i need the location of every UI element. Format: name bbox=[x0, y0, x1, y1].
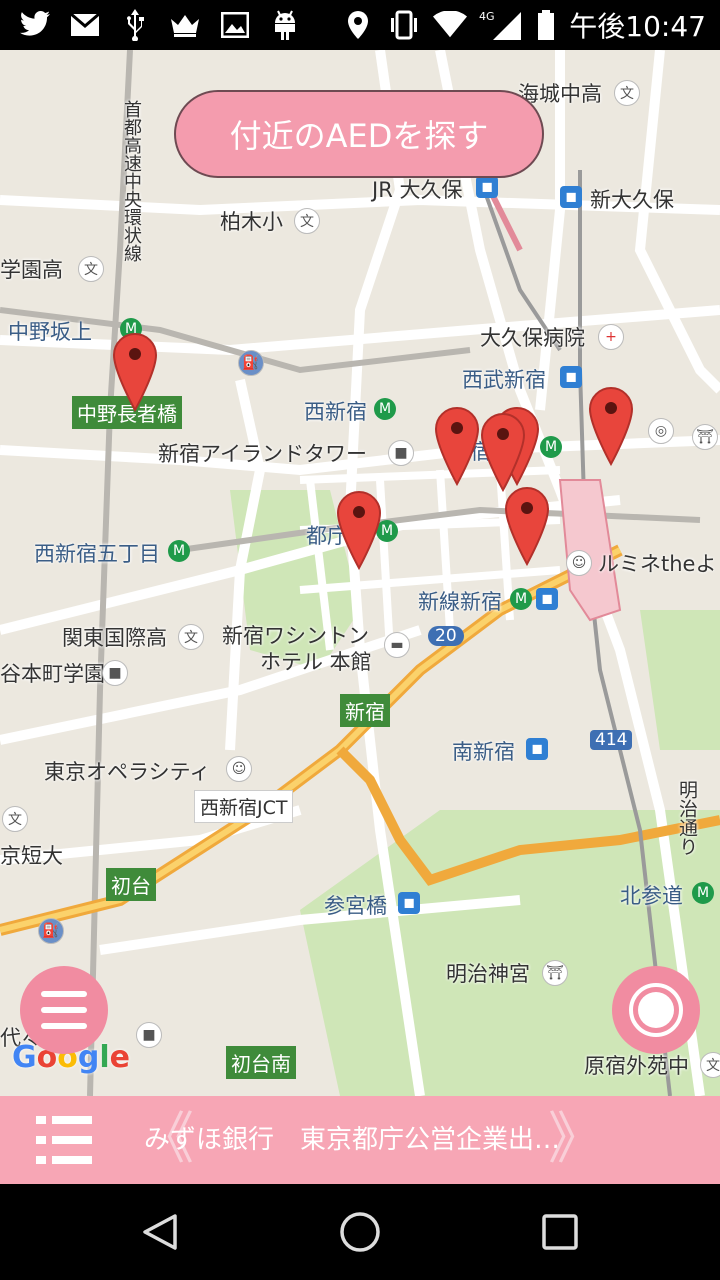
theater-icon: ☺ bbox=[226, 756, 252, 782]
map-label-meiji-dori: 明治通り bbox=[676, 780, 698, 856]
battery-icon bbox=[535, 8, 557, 42]
system-icons: 4G 午後10:47 bbox=[341, 6, 706, 44]
location-icon bbox=[341, 8, 375, 42]
map-label-tokyo-opera: 東京オペラシティ bbox=[44, 760, 211, 784]
route-414-shield: 414 bbox=[590, 730, 633, 750]
map-label-nishi-shinjuku: 西新宿 bbox=[304, 400, 367, 424]
route-20-shield: 20 bbox=[428, 626, 464, 646]
map-label-nakano-sakaue: 中野坂上 bbox=[8, 320, 92, 344]
aed-marker[interactable] bbox=[504, 486, 550, 566]
map-label-nishi-shinjuku-5: 西新宿五丁目 bbox=[34, 542, 160, 566]
map-label-shinsen-shinjuku: 新線新宿 bbox=[418, 590, 502, 614]
map-label-kanto-kokusai: 関東国際高 bbox=[62, 626, 167, 650]
map-label-okubo-hospital: 大久保病院 bbox=[480, 326, 585, 350]
school-icon: 文 bbox=[614, 80, 640, 106]
map-label-kashiwagi: 柏木小 bbox=[220, 210, 283, 234]
train-station-icon: ◼ bbox=[560, 186, 582, 208]
map-label-minami-shinjuku: 南新宿 bbox=[452, 740, 515, 764]
map-label-meiji-jingu: 明治神宮 bbox=[446, 962, 530, 986]
gas-station-icon: ⛽ bbox=[38, 918, 64, 944]
map-label-island-tower: 新宿アイランドタワー bbox=[158, 442, 367, 466]
map-view[interactable]: 首都高速中央環状線 海城中高 文 JR 大久保 ◼ ◼ 新大久保 柏木小 文 学… bbox=[0, 50, 720, 1096]
train-station-icon: ◼ bbox=[398, 892, 420, 914]
map-label-lumine: ルミネtheよ bbox=[598, 552, 717, 576]
aed-location-text: みずほ銀行 東京都庁公営企業出… bbox=[144, 1125, 561, 1155]
signal-icon: 4G bbox=[479, 8, 523, 42]
school-icon: 文 bbox=[2, 806, 28, 832]
map-label-harajuku-gaien: 原宿外苑中 bbox=[584, 1054, 689, 1078]
mail-icon bbox=[68, 8, 102, 42]
map-label-nishi-shinjuku-jct: 西新宿JCT bbox=[194, 790, 294, 823]
menu-icon bbox=[41, 991, 87, 1029]
map-label-shin-okubo: 新大久保 bbox=[590, 188, 674, 212]
school-icon: 文 bbox=[178, 624, 204, 650]
train-station-icon: ◼ bbox=[536, 588, 558, 610]
map-label-kita-sando: 北参道 bbox=[620, 884, 683, 908]
landmark-icon: ◎ bbox=[648, 418, 674, 444]
map-label-shuto: 首都高速中央環状線 bbox=[121, 100, 142, 262]
map-label-jr-okubo: JR 大久保 bbox=[372, 178, 463, 202]
recents-button[interactable] bbox=[534, 1206, 586, 1258]
notification-icons bbox=[18, 6, 302, 44]
hotel-icon: ▬ bbox=[384, 632, 410, 658]
my-location-button[interactable] bbox=[612, 966, 700, 1054]
usb-icon bbox=[118, 8, 152, 42]
map-label-honmachi: 谷本町学園 bbox=[0, 662, 105, 686]
subway-icon: M bbox=[374, 398, 396, 420]
network-type: 4G bbox=[479, 10, 495, 23]
school-icon: 文 bbox=[294, 208, 320, 234]
back-triangle-icon bbox=[143, 1214, 177, 1250]
map-label-hatsudai-minami: 初台南 bbox=[226, 1046, 296, 1079]
clock: 午後10:47 bbox=[569, 10, 706, 43]
aed-marker[interactable] bbox=[112, 332, 158, 412]
school-icon: 文 bbox=[700, 1052, 720, 1078]
map-label-shinjuku-sign: 新宿 bbox=[340, 694, 390, 727]
aed-marker[interactable] bbox=[480, 412, 526, 492]
map-label-hatsudai: 初台 bbox=[106, 868, 156, 901]
menu-button[interactable] bbox=[20, 966, 108, 1054]
aed-marker[interactable] bbox=[588, 386, 634, 466]
map-label-washington-2: ホテル 本館 bbox=[260, 650, 372, 674]
map-label-sangubashi: 参宮橋 bbox=[324, 894, 387, 918]
wifi-icon bbox=[433, 8, 468, 42]
shrine-icon: ⛩ bbox=[542, 960, 568, 986]
target-icon bbox=[629, 983, 683, 1037]
status-bar: 4G 午後10:47 bbox=[0, 0, 720, 50]
vibrate-icon bbox=[387, 8, 421, 42]
aed-info-bar[interactable]: 《 みずほ銀行 東京都庁公営企業出… 》 bbox=[0, 1096, 720, 1184]
school-icon: 文 bbox=[78, 256, 104, 282]
train-station-icon: ◼ bbox=[526, 738, 548, 760]
building-icon: ■ bbox=[102, 660, 128, 686]
map-label-tanki-daigaku: 京短大 bbox=[0, 844, 63, 868]
aed-marker[interactable] bbox=[336, 490, 382, 570]
subway-icon: M bbox=[510, 588, 532, 610]
image-icon bbox=[218, 8, 252, 42]
recents-square-icon bbox=[542, 1214, 578, 1250]
theater-icon: ☺ bbox=[566, 550, 592, 576]
home-circle-icon bbox=[340, 1212, 380, 1252]
twitter-icon bbox=[18, 8, 52, 42]
map-label-gakuen: 学園高 bbox=[0, 258, 63, 282]
subway-icon: M bbox=[168, 540, 190, 562]
building-icon: ■ bbox=[136, 1022, 162, 1048]
navigation-bar bbox=[0, 1184, 720, 1280]
subway-icon: M bbox=[692, 882, 714, 904]
train-station-icon: ◼ bbox=[560, 366, 582, 388]
list-icon[interactable] bbox=[36, 1116, 92, 1164]
subway-icon: M bbox=[540, 436, 562, 458]
home-button[interactable] bbox=[334, 1206, 386, 1258]
train-station-icon: ◼ bbox=[476, 176, 498, 198]
back-button[interactable] bbox=[134, 1206, 186, 1258]
next-chevron-icon[interactable]: 》 bbox=[548, 1106, 604, 1174]
hospital-icon: + bbox=[598, 324, 624, 350]
shrine-icon: ⛩ bbox=[692, 424, 718, 450]
search-nearby-aed-button[interactable]: 付近のAEDを探す bbox=[174, 90, 544, 178]
crown-icon bbox=[168, 8, 202, 42]
gas-station-icon: ⛽ bbox=[238, 350, 264, 376]
building-icon: ■ bbox=[388, 440, 414, 466]
aed-marker[interactable] bbox=[434, 406, 480, 486]
android-icon bbox=[268, 8, 302, 42]
map-label-seibu-shinjuku: 西武新宿 bbox=[462, 368, 546, 392]
